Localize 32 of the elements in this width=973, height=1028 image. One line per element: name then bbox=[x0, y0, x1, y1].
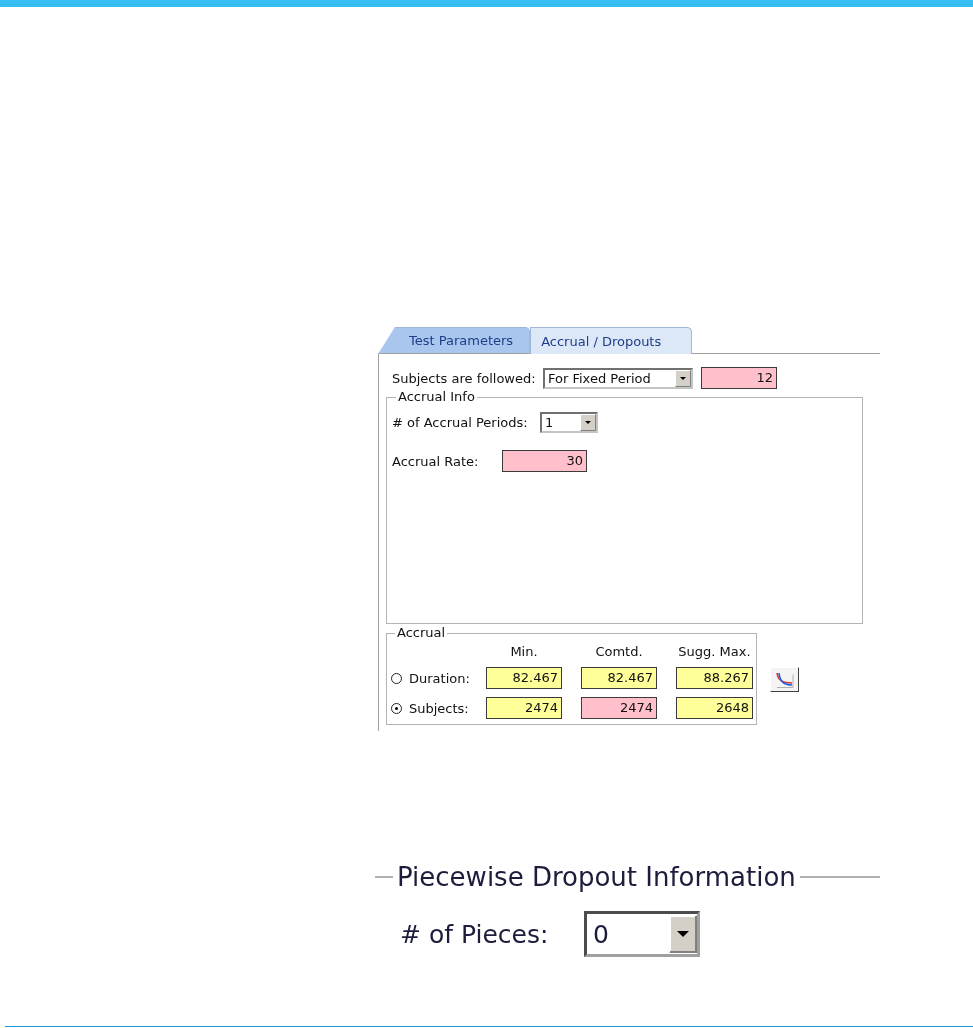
tab[interactable]: Accrual / Dropouts bbox=[530, 327, 693, 354]
dropdown-arrow-icon bbox=[675, 369, 691, 387]
input-field[interactable]: 82.467 bbox=[486, 667, 562, 689]
input-field[interactable]: 2648 bbox=[676, 697, 753, 719]
input-field[interactable]: 30 bbox=[502, 450, 587, 472]
group-title: Accrual bbox=[396, 626, 447, 640]
curves-chart-icon bbox=[775, 671, 794, 688]
input-field[interactable]: 82.467 bbox=[581, 667, 657, 689]
dropdown-arrow-icon bbox=[580, 414, 596, 431]
dropdown[interactable]: For Fixed Period bbox=[543, 367, 693, 389]
input-field[interactable]: 2474 bbox=[486, 697, 562, 719]
column-header: Sugg. Max. bbox=[678, 643, 751, 659]
field-label: Subjects are followed: bbox=[392, 370, 537, 386]
input-field[interactable]: 2474 bbox=[581, 697, 657, 719]
dropdown[interactable]: 0 bbox=[584, 911, 700, 957]
dropdown[interactable]: 1 bbox=[540, 412, 598, 433]
input-field[interactable]: 88.267 bbox=[676, 667, 753, 689]
tab[interactable]: Test Parameters bbox=[378, 327, 531, 354]
row-label: Duration: bbox=[409, 670, 470, 686]
column-header: Comtd. bbox=[595, 643, 643, 659]
group-title: Accrual Info bbox=[397, 390, 476, 404]
chart-button[interactable] bbox=[770, 667, 799, 692]
radio-button[interactable] bbox=[391, 672, 402, 684]
field-label: # of Pieces: bbox=[400, 919, 550, 949]
dropdown-arrow-icon bbox=[669, 915, 697, 953]
row-label: Subjects: bbox=[409, 700, 469, 716]
column-header: Min. bbox=[510, 643, 538, 659]
section-title: Piecewise Dropout Information bbox=[396, 862, 797, 892]
field-label: Accrual Rate: bbox=[392, 453, 480, 469]
radio-button[interactable] bbox=[391, 702, 402, 714]
input-field[interactable]: 12 bbox=[701, 367, 777, 389]
field-label: # of Accrual Periods: bbox=[392, 415, 529, 430]
